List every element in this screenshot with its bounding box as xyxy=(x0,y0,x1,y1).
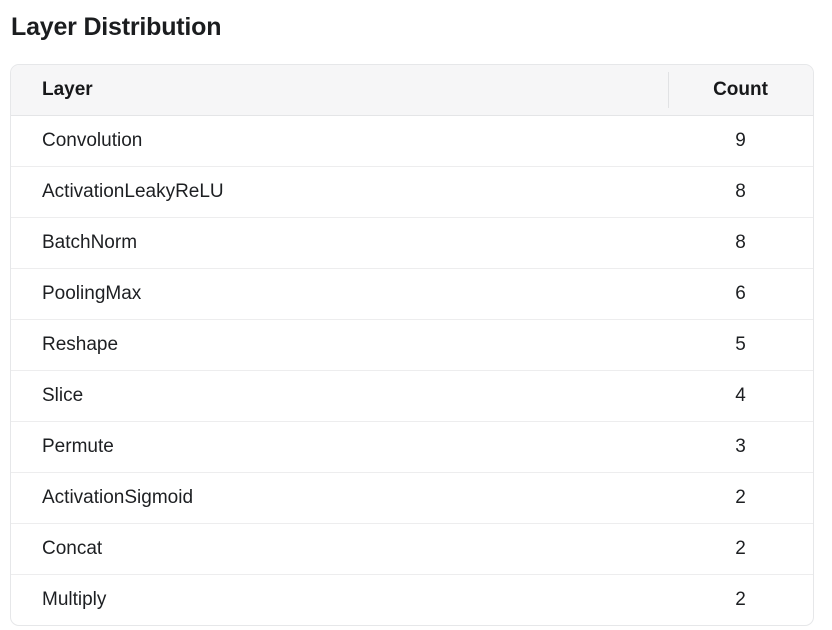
cell-layer-name: Reshape xyxy=(11,319,668,371)
cell-layer-count: 8 xyxy=(668,217,813,269)
cell-layer-count: 9 xyxy=(668,115,813,167)
layer-distribution-table-container: Layer Count Convolution 9 ActivationLeakyR… xyxy=(10,64,814,626)
cell-layer-count: 5 xyxy=(668,319,813,371)
table-row[interactable]: PoolingMax 6 xyxy=(11,268,813,320)
table-row[interactable]: Multiply 2 xyxy=(11,575,813,626)
table-row[interactable]: Convolution 9 xyxy=(11,115,813,167)
cell-layer-name: BatchNorm xyxy=(11,217,668,269)
cell-layer-name: Slice xyxy=(11,370,668,422)
table-body: Convolution 9 ActivationLeakyReLU 8 BatchNor… xyxy=(11,115,813,626)
table-row[interactable]: BatchNorm 8 xyxy=(11,217,813,269)
cell-layer-name: Concat xyxy=(11,523,668,575)
column-header-count[interactable]: Count xyxy=(668,65,813,116)
layer-distribution-page: Layer Distribution Layer Count Convoluti… xyxy=(0,0,832,630)
table-row[interactable]: Reshape 5 xyxy=(11,319,813,371)
table-row[interactable]: Concat 2 xyxy=(11,523,813,575)
cell-layer-count: 8 xyxy=(668,166,813,218)
table-row[interactable]: Slice 4 xyxy=(11,370,813,422)
table-header-row: Layer Count xyxy=(11,65,813,116)
layer-distribution-table: Layer Count Convolution 9 ActivationLeakyR… xyxy=(11,65,813,625)
cell-layer-name: Convolution xyxy=(11,115,668,167)
table-row[interactable]: ActivationSigmoid 2 xyxy=(11,472,813,524)
cell-layer-count: 2 xyxy=(668,472,813,524)
cell-layer-count: 2 xyxy=(668,523,813,575)
page-title: Layer Distribution xyxy=(11,13,222,41)
column-header-layer[interactable]: Layer xyxy=(11,65,668,116)
table-row[interactable]: Permute 3 xyxy=(11,421,813,473)
table-header: Layer Count xyxy=(11,65,813,116)
cell-layer-count: 3 xyxy=(668,421,813,473)
table-row[interactable]: ActivationLeakyReLU 8 xyxy=(11,166,813,218)
cell-layer-name: PoolingMax xyxy=(11,268,668,320)
cell-layer-name: ActivationLeakyReLU xyxy=(11,166,668,218)
cell-layer-count: 4 xyxy=(668,370,813,422)
cell-layer-name: ActivationSigmoid xyxy=(11,472,668,524)
cell-layer-name: Multiply xyxy=(42,589,107,610)
cell-layer-count: 2 xyxy=(735,589,746,610)
cell-layer-name: Permute xyxy=(11,421,668,473)
cell-layer-count: 6 xyxy=(668,268,813,320)
